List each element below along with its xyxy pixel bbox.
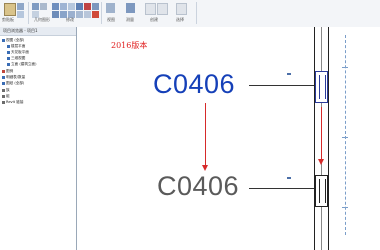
leader-line-new (249, 85, 316, 86)
sheets-icon (2, 81, 5, 85)
array-icon[interactable] (76, 11, 83, 18)
tree-item[interactable]: 组 (2, 94, 10, 99)
section-marker (287, 177, 291, 179)
paste-icon[interactable] (4, 3, 16, 16)
ribbon-divider (28, 2, 29, 24)
ribbon-group-label: 选择 (176, 17, 184, 22)
split-icon[interactable] (84, 3, 91, 10)
tree-item[interactable]: 楼层平面 (7, 44, 25, 49)
legend-icon (2, 69, 5, 73)
tree-item[interactable]: Revit 链接 (2, 100, 23, 105)
mirror-icon[interactable] (68, 3, 75, 10)
tree-item[interactable]: 天花板平面 (7, 50, 29, 55)
wall-line-inner (328, 27, 329, 250)
revit-link-icon (2, 100, 5, 104)
tree-item[interactable]: 视图 (全部) (2, 38, 24, 43)
measure-icon[interactable] (126, 3, 135, 13)
tree-item-label: Revit 链接 (6, 100, 24, 104)
elevation-icon (7, 62, 10, 66)
ribbon-toolbar: 剪贴板 几何图形 修改 视图 测量 创建 选择 (0, 0, 380, 28)
arrow-shaft-left (205, 103, 206, 167)
ribbon-divider (196, 2, 197, 24)
ribbon-group-label: 视图 (107, 17, 115, 22)
ribbon-group-label: 测量 (126, 17, 134, 22)
delete-icon[interactable] (92, 11, 99, 18)
groups-icon (2, 94, 5, 98)
ribbon-group-label: 几何图形 (34, 17, 50, 22)
move-icon[interactable] (52, 11, 59, 18)
ribbon-group-label: 修改 (66, 17, 74, 22)
select-icon[interactable] (176, 3, 187, 15)
window-tag-new[interactable]: C0406 (153, 69, 235, 100)
drawing-canvas[interactable]: 2016版本 C0406 C0406 (77, 27, 380, 250)
tree-item-label: 天花板平面 (11, 50, 29, 54)
tree-item-label: 图例 (6, 69, 14, 73)
views-icon (2, 38, 5, 42)
dimension-line (345, 35, 347, 235)
tree-item-label: 明细表/数量 (6, 75, 26, 79)
ribbon-divider (101, 2, 102, 24)
create-icon[interactable] (145, 3, 156, 15)
copy-icon[interactable] (17, 11, 24, 18)
tree-item-label: 楼层平面 (11, 44, 26, 48)
tree-item-label: 三维视图 (11, 56, 26, 60)
tree-item-label: 组 (6, 94, 10, 98)
tree-item[interactable]: 图纸 (全部) (2, 81, 24, 86)
3d-view-icon (7, 56, 10, 60)
tree-item[interactable]: 图例 (2, 69, 13, 74)
view-icon[interactable] (106, 3, 115, 13)
tree-item[interactable]: 族 (2, 88, 10, 93)
create-group-icon[interactable] (157, 3, 168, 15)
wall-line-outer (314, 27, 315, 250)
dimension-tick (342, 207, 348, 208)
tree-item-label: 立面 (建筑立面) (11, 62, 37, 66)
section-marker (287, 73, 291, 75)
tree-item-label: 图纸 (全部) (6, 81, 25, 85)
ceiling-plan-icon (7, 50, 10, 54)
project-browser-title: 项目浏览器 - 项目1 (0, 27, 76, 36)
offset-icon[interactable] (60, 3, 67, 10)
ribbon-group-label: 创建 (150, 17, 158, 22)
cut-icon[interactable] (17, 3, 24, 10)
pin-icon[interactable] (92, 3, 99, 10)
window-tag-old[interactable]: C0406 (157, 171, 239, 202)
tree-item[interactable]: 明细表/数量 (2, 75, 25, 80)
arrow-shaft-right (321, 107, 322, 161)
window-symbol-top-glass (319, 75, 326, 99)
scale-icon[interactable] (84, 11, 91, 18)
cut-geometry-icon[interactable] (40, 3, 47, 10)
tree-item-label: 视图 (全部) (6, 38, 25, 42)
window-symbol-bottom-glass (319, 179, 326, 203)
arrow-head-right (318, 159, 324, 165)
project-browser: 项目浏览器 - 项目1 视图 (全部) 楼层平面 天花板平面 三维视图 立面 (… (0, 27, 77, 250)
ribbon-group-label: 剪贴板 (2, 17, 14, 22)
tree-item[interactable]: 三维视图 (7, 56, 25, 61)
floor-plan-icon (7, 44, 10, 48)
dimension-tick (342, 137, 348, 138)
align-icon[interactable] (52, 3, 59, 10)
trim-icon[interactable] (76, 3, 83, 10)
dimension-tick (342, 67, 348, 68)
cope-icon[interactable] (32, 3, 39, 10)
tree-item[interactable]: 立面 (建筑立面) (7, 62, 37, 67)
leader-line-old (249, 188, 316, 189)
tree-item-label: 族 (6, 88, 10, 92)
schedule-icon (2, 75, 5, 79)
version-note: 2016版本 (111, 41, 148, 50)
families-icon (2, 88, 5, 92)
